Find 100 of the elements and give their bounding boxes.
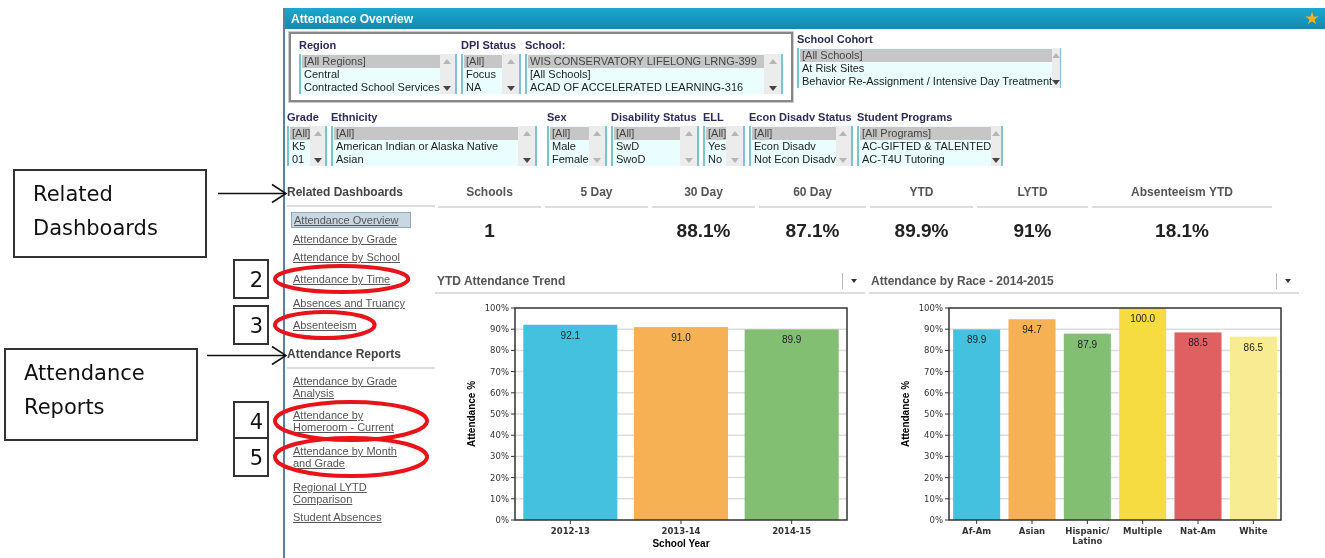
list-box[interactable]: [All] Econ Disadv Not Econ Disadv [749, 126, 853, 166]
list-option[interactable]: American Indian or Alaska Native [334, 140, 518, 153]
filter-label: School Cohort [797, 32, 874, 46]
scroll-up-icon[interactable] [592, 131, 601, 136]
list-box[interactable]: [All] SwD SwoD [611, 126, 699, 166]
category-label: Asian [1018, 525, 1046, 536]
list-box[interactable]: [All] Male Female [547, 126, 607, 166]
list-option[interactable]: SwD [614, 140, 680, 153]
scroll-down-icon[interactable] [522, 158, 531, 163]
dashboard-link[interactable]: Attendance by Time [291, 272, 393, 286]
scroll-up-icon[interactable] [522, 131, 531, 136]
scroll-up-icon[interactable] [1052, 53, 1061, 58]
list-option[interactable]: Asian [334, 153, 518, 166]
list-option[interactable]: [All Schools] [800, 49, 1053, 62]
scroll-down-icon[interactable] [768, 86, 777, 91]
scroll-up-icon[interactable] [506, 59, 515, 64]
kpi-value: 1 [483, 219, 496, 243]
list-option[interactable]: [All] [464, 55, 502, 68]
dashboard-link[interactable]: Attendance by Homeroom - Current [291, 408, 411, 434]
scroll-down-icon[interactable] [313, 158, 322, 163]
caret-icon[interactable] [851, 278, 857, 283]
dashboard-link[interactable]: Absences and Truancy [291, 296, 407, 310]
list-option[interactable]: Not Econ Disadv [752, 153, 836, 166]
scroll-up-icon[interactable] [768, 59, 777, 64]
list-option[interactable]: Central [302, 68, 440, 81]
list-option[interactable]: AC-T4U Tutoring [860, 153, 992, 166]
kpi-label: Schools [438, 180, 541, 208]
dashboard-link[interactable]: Absenteeism [291, 318, 359, 332]
bar-value-label: 100.0 [1130, 312, 1156, 324]
dashboard-link[interactable]: Attendance by Grade [291, 232, 399, 246]
list-option[interactable]: Econ Disadv [752, 140, 836, 153]
list-box[interactable]: [All] K5 01 [287, 126, 327, 166]
list-option[interactable]: [All Schools] [528, 68, 764, 81]
list-option[interactable]: WIS CONSERVATORY LIFELONG LRNG-399 [528, 55, 764, 68]
list-option[interactable]: Yes [706, 140, 727, 153]
dashboard-link[interactable]: Attendance by School [291, 250, 403, 264]
list-option[interactable]: No [706, 153, 727, 166]
list-option[interactable]: Contracted School Services [302, 81, 440, 94]
list-box[interactable]: [All] Focus NA [461, 54, 521, 94]
list-option[interactable]: Behavior Re-Assignment / Intensive Day Treatment [800, 75, 1053, 88]
scroll-up-icon[interactable] [443, 59, 452, 64]
list-option[interactable]: SwoD [614, 153, 680, 166]
scroll-down-icon[interactable] [506, 86, 515, 91]
list-option[interactable]: At Risk Sites [800, 62, 1053, 75]
scroll-down-icon[interactable] [992, 158, 1001, 163]
category-label: 2013-14 [661, 525, 701, 536]
arrow [217, 183, 288, 204]
scroll-up-icon[interactable] [839, 131, 848, 136]
list-option[interactable]: [All] [334, 127, 518, 140]
kpi-label: YTD [870, 180, 973, 208]
list-box[interactable]: [All Programs] AC-GIFTED & TALENTED AC-T4U Tutoring [857, 126, 1003, 166]
list-box[interactable]: [All Schools] At Risk Sites Behavior Re-Assignment / Intensive Day Treatment [797, 48, 1061, 88]
list-box[interactable]: [All Regions] Central Contracted School Services [299, 54, 457, 94]
list-option[interactable]: Focus [464, 68, 502, 81]
filter-label: Grade [287, 110, 320, 124]
list-option[interactable]: [All] [290, 127, 311, 140]
chart-title: Attendance by Race - 2014-2015 [870, 272, 1055, 290]
category-label: 2012-13 [550, 525, 590, 536]
scroll-up-icon[interactable] [313, 131, 322, 136]
dashboard-link[interactable]: Attendance Overview [291, 212, 411, 228]
scroll-down-icon[interactable] [1052, 80, 1061, 85]
bar-value-label: 87.9 [1077, 338, 1098, 350]
list-option[interactable]: [All Programs] [860, 127, 992, 140]
dashboard-link[interactable]: Student Absences [291, 510, 384, 524]
list-box[interactable]: [All] Yes No [703, 126, 745, 166]
dashboard-link[interactable]: Regional LYTD Comparison [291, 480, 411, 506]
list-option[interactable]: ACAD OF ACCELERATED LEARNING-316 [528, 81, 764, 94]
scroll-down-icon[interactable] [443, 86, 452, 91]
scroll-up-icon[interactable] [730, 131, 739, 136]
scroll-up-icon[interactable] [992, 131, 1001, 136]
kpi-label: Absenteeism YTD [1092, 180, 1272, 208]
axis-title: School Year [652, 537, 710, 549]
list-option[interactable]: [All Regions] [302, 55, 440, 68]
list-option[interactable]: AC-GIFTED & TALENTED [860, 140, 992, 153]
list-option[interactable]: [All] [706, 127, 727, 140]
list-box[interactable]: [All] American Indian or Alaska Native Asian [331, 126, 537, 166]
list-box[interactable]: WIS CONSERVATORY LIFELONG LRNG-399 [All Schools] ACAD OF ACCELERATED LEARNING-316 [525, 54, 783, 94]
scroll-up-icon[interactable] [684, 131, 693, 136]
list-option[interactable]: [All] [550, 127, 589, 140]
number-box: 3 [233, 305, 269, 345]
window-title: Attendance Overview [291, 10, 414, 28]
kpi-label: 60 Day [759, 180, 866, 208]
chart-title: YTD Attendance Trend [436, 272, 567, 290]
list-option[interactable]: K5 [290, 140, 311, 153]
dashboard-link[interactable]: Attendance by Month and Grade [291, 444, 411, 470]
filter-label: Sex [547, 110, 568, 124]
list-option[interactable]: 01 [290, 153, 311, 166]
kpi-label: 30 Day [652, 180, 755, 208]
dashboard-link[interactable]: Attendance by Grade Analysis [291, 374, 411, 400]
list-option[interactable]: [All] [752, 127, 836, 140]
axis-tick-label: 80% [490, 344, 509, 355]
filter-label: Ethnicity [331, 110, 379, 124]
list-option[interactable]: Male [550, 140, 589, 153]
axis-tick-label: 90% [490, 323, 509, 334]
list-option[interactable]: NA [464, 81, 502, 94]
list-option[interactable]: [All] [614, 127, 680, 140]
list-option[interactable]: Female [550, 153, 589, 166]
caret-icon[interactable] [1285, 278, 1291, 283]
axis-tick-label: 50% [924, 408, 943, 419]
axis-tick-label: 60% [490, 387, 509, 398]
